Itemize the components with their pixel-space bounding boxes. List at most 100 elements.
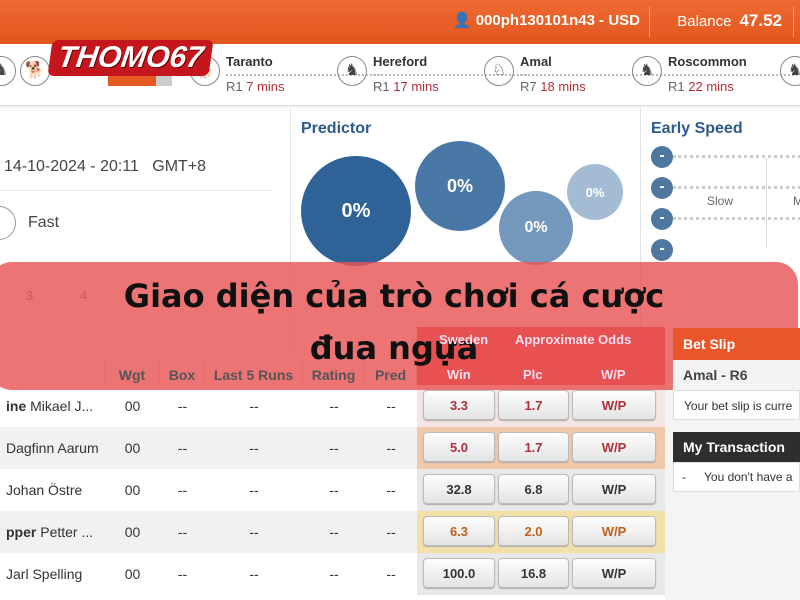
col-wp: W/P: [601, 367, 626, 382]
race-name: Roscommon: [668, 54, 747, 69]
table-row[interactable]: Dagfinn Aarum 00 -- -- -- -- 5.0 1.7 W/P: [0, 427, 665, 469]
race-item-roscommon[interactable]: ♞ Roscommon R1 22 mins: [632, 52, 800, 100]
jockey-name: Mikael J...: [30, 398, 94, 414]
horse-name: ine: [6, 398, 27, 414]
account-info[interactable]: 👤 000ph130101n43 - USD: [453, 11, 640, 29]
place-odds-button[interactable]: 1.7: [498, 390, 569, 420]
rating: --: [329, 398, 339, 414]
win-odds-button[interactable]: 32.8: [423, 474, 495, 504]
speed-marker: -: [651, 208, 673, 230]
harness-racing-icon: ♘: [484, 56, 514, 86]
place-odds-button[interactable]: 16.8: [498, 558, 569, 588]
horse-racing-icon: ♞: [780, 56, 800, 86]
runner-cell: Johan Östre: [6, 469, 106, 511]
race-time: R1 7 mins: [226, 79, 285, 94]
weight: 00: [124, 566, 141, 582]
last-5-runs: --: [249, 440, 259, 456]
horse-name: pper: [6, 524, 37, 540]
prediction: --: [386, 440, 396, 456]
race-time: R1 17 mins: [373, 79, 439, 94]
divider: [0, 190, 272, 191]
predictor-bubble: 0%: [499, 191, 573, 265]
weight: 00: [124, 398, 141, 414]
win-odds-button[interactable]: 3.3: [423, 390, 495, 420]
win-odds-button[interactable]: 5.0: [423, 432, 495, 462]
col-wgt-label: Wgt: [118, 367, 146, 383]
box: --: [177, 482, 188, 498]
win-odds-button[interactable]: 100.0: [423, 558, 495, 588]
win-place-button[interactable]: W/P: [572, 516, 656, 546]
jockey-name: Petter ...: [40, 524, 94, 540]
race-next[interactable]: ♞: [780, 52, 800, 100]
table-row[interactable]: Jarl Spelling 00 -- -- -- -- 100.0 16.8 …: [0, 553, 665, 595]
odds-source: Sweden: [439, 332, 489, 347]
col-last5-label: Last 5 Runs: [213, 367, 294, 383]
race-time: R1 22 mins: [668, 79, 734, 94]
box: --: [177, 440, 188, 456]
table-row[interactable]: pper Petter ... 00 -- -- -- -- 6.3 2.0 W…: [0, 511, 665, 553]
win-place-button[interactable]: W/P: [572, 558, 656, 588]
top-bar: 👤 000ph130101n43 - USD Balance 47.52: [0, 0, 800, 44]
rating: --: [329, 440, 339, 456]
race-item-amal[interactable]: ♘ Amal R7 18 mins: [484, 52, 674, 100]
balance: Balance 47.52: [677, 11, 782, 31]
last-5-runs: --: [249, 524, 259, 540]
box: --: [177, 524, 188, 540]
prediction: --: [386, 566, 396, 582]
speed-marker: -: [651, 239, 673, 261]
early-speed-title: Early Speed: [651, 120, 743, 137]
horse-racing-icon: ♞: [0, 56, 16, 86]
balance-label: Balance: [677, 13, 732, 30]
runner-cell: Jarl Spelling: [6, 553, 106, 595]
predictor-bubble: 0%: [415, 141, 505, 231]
timezone: GMT+8: [152, 158, 207, 175]
place-odds-button[interactable]: 6.8: [498, 474, 569, 504]
win-place-button[interactable]: W/P: [572, 432, 656, 462]
jockey-name: Dagfinn Aarum: [6, 440, 99, 456]
horse-racing-icon: ♞: [632, 56, 662, 86]
speed-marker: -: [651, 177, 673, 199]
sidebar: Bet Slip Amal - R6 Your bet slip is curr…: [673, 328, 800, 600]
rating: --: [329, 566, 339, 582]
box: --: [177, 566, 188, 582]
predictor-bubble: 0%: [567, 164, 623, 220]
divider: [793, 7, 794, 37]
speed-label-slow: Slow: [707, 194, 734, 208]
predictor-title: Predictor: [301, 120, 372, 137]
table-row[interactable]: ine Mikael J... 00 -- -- -- -- 3.3 1.7 W…: [0, 385, 665, 427]
balance-value: 47.52: [739, 11, 782, 30]
race-item-hereford[interactable]: ♞ Hereford R1 17 mins: [337, 52, 527, 100]
col-box-label: Box: [168, 367, 196, 383]
prediction: --: [386, 482, 396, 498]
runner-cell: pper Petter ...: [6, 511, 106, 553]
user-icon: 👤: [452, 12, 472, 29]
box: --: [177, 398, 188, 414]
transaction-title: My Transaction: [673, 432, 800, 462]
username: 000ph130101n43: [475, 12, 595, 29]
race-datetime: 14-10-2024 - 20:11 GMT+8: [4, 158, 207, 175]
track-condition-icon: [0, 206, 16, 240]
place-odds-button[interactable]: 2.0: [498, 516, 569, 546]
jockey-name: Johan Östre: [6, 482, 83, 498]
horse-racing-icon: ♞: [337, 56, 367, 86]
currency: USD: [608, 12, 640, 29]
last-5-runs: --: [249, 398, 259, 414]
col-rating-label: Rating: [311, 367, 356, 383]
col-plc: Plc: [523, 367, 543, 382]
odds-title: Approximate Odds: [515, 332, 632, 347]
win-place-button[interactable]: W/P: [572, 474, 656, 504]
greyhound-icon: 🐕: [20, 56, 50, 86]
win-odds-button[interactable]: 6.3: [423, 516, 495, 546]
betslip-title: Bet Slip: [673, 328, 800, 360]
race-name: Hereford: [373, 54, 428, 69]
table-row[interactable]: Johan Östre 00 -- -- -- -- 32.8 6.8 W/P: [0, 469, 665, 511]
prediction: --: [386, 398, 396, 414]
divider: [649, 7, 650, 37]
betslip-race[interactable]: Amal - R6: [673, 360, 800, 390]
race-name: Taranto: [226, 54, 273, 69]
place-odds-button[interactable]: 1.7: [498, 432, 569, 462]
betslip-empty-message: Your bet slip is curre: [673, 390, 800, 420]
col-win: Win: [447, 367, 471, 382]
win-place-button[interactable]: W/P: [572, 390, 656, 420]
caption-line-1: Giao diện của trò chơi cá cược: [123, 277, 665, 315]
